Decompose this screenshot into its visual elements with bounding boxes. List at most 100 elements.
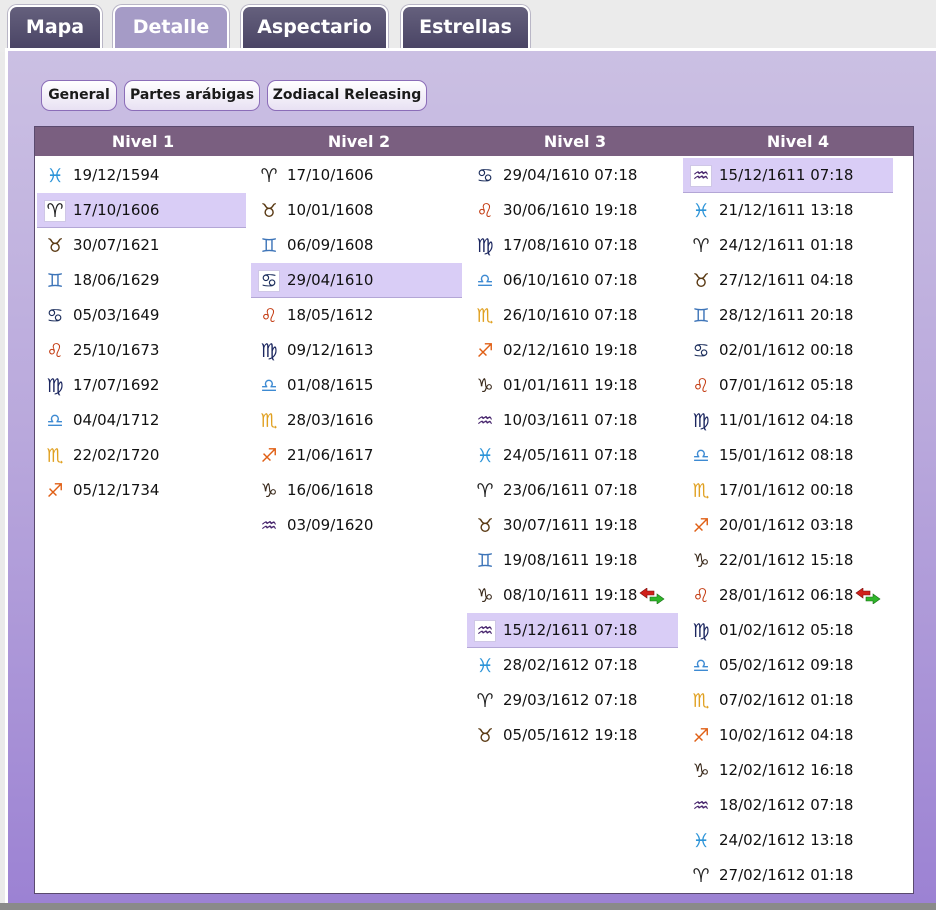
sagittarius-icon: ♐: [692, 515, 710, 537]
period-row[interactable]: ♒ 10/03/1611 07:18: [467, 403, 678, 438]
period-row[interactable]: ♒ 15/12/1611 07:18: [683, 158, 893, 193]
period-row[interactable]: ♎ 04/04/1712: [37, 403, 246, 438]
column-header-nivel-4: Nivel 4: [766, 132, 830, 151]
period-row[interactable]: ♈ 29/03/1612 07:18: [467, 683, 678, 718]
period-row[interactable]: ♉ 05/05/1612 19:18: [467, 718, 678, 753]
virgo-icon: ♍: [692, 620, 710, 642]
period-row[interactable]: ♏ 26/10/1610 07:18: [467, 298, 678, 333]
period-row[interactable]: ♋ 05/03/1649: [37, 298, 246, 333]
period-row[interactable]: ♉ 27/12/1611 04:18: [683, 263, 893, 298]
period-row[interactable]: ♒ 15/12/1611 07:18: [467, 613, 678, 648]
capricorn-icon: ♑: [476, 375, 494, 397]
aquarius-icon: ♒: [476, 410, 494, 432]
period-row[interactable]: ♏ 22/02/1720: [37, 438, 246, 473]
period-row[interactable]: ♐ 10/02/1612 04:18: [683, 718, 893, 753]
period-row[interactable]: ♌ 18/05/1612: [251, 298, 462, 333]
period-row[interactable]: ♓ 21/12/1611 13:18: [683, 193, 893, 228]
period-row[interactable]: ♎ 01/08/1615: [251, 368, 462, 403]
subtab-partes-arabigas[interactable]: Partes arábigas: [124, 80, 260, 111]
period-row[interactable]: ♏ 28/03/1616: [251, 403, 462, 438]
period-row[interactable]: ♓ 19/12/1594: [37, 158, 246, 193]
period-date: 08/10/1611 19:18: [503, 586, 638, 604]
period-row[interactable]: ♑ 12/02/1612 16:18: [683, 753, 893, 788]
zodiacal-releasing-table: Nivel 1 Nivel 2 Nivel 3 Nivel 4 ♓ 19/12/1…: [34, 126, 914, 894]
pisces-icon: ♓: [476, 655, 494, 677]
column-header-nivel-3: Nivel 3: [543, 132, 607, 151]
scorpio-icon: ♏: [46, 445, 64, 467]
period-row[interactable]: ♊ 18/06/1629: [37, 263, 246, 298]
period-row[interactable]: ♓ 24/05/1611 07:18: [467, 438, 678, 473]
period-date: 05/03/1649: [73, 306, 160, 324]
aquarius-icon: ♒: [260, 515, 278, 537]
period-row[interactable]: ♌ 07/01/1612 05:18: [683, 368, 893, 403]
period-row[interactable]: ♎ 15/01/1612 08:18: [683, 438, 893, 473]
gemini-icon: ♊: [476, 550, 494, 572]
period-row[interactable]: ♌ 25/10/1673: [37, 333, 246, 368]
period-date: 29/04/1610: [287, 271, 374, 289]
period-row[interactable]: ♓ 24/02/1612 13:18: [683, 823, 893, 858]
period-date: 01/01/1611 19:18: [503, 376, 638, 394]
period-row[interactable]: ♌ 30/06/1610 19:18: [467, 193, 678, 228]
period-row[interactable]: ♐ 20/01/1612 03:18: [683, 508, 893, 543]
subtab-general[interactable]: General: [41, 80, 117, 111]
period-row[interactable]: ♒ 03/09/1620: [251, 508, 462, 543]
period-row[interactable]: ♉ 30/07/1621: [37, 228, 246, 263]
tab-mapa[interactable]: Mapa: [8, 5, 102, 48]
subtab-zodiacal-releasing[interactable]: Zodiacal Releasing: [267, 80, 427, 111]
period-date: 24/12/1611 01:18: [719, 236, 854, 254]
period-date: 17/08/1610 07:18: [503, 236, 638, 254]
period-date: 02/01/1612 00:18: [719, 341, 854, 359]
loosing-of-bond-icon: [639, 588, 665, 604]
period-row[interactable]: ♈ 27/02/1612 01:18: [683, 858, 893, 893]
period-row[interactable]: ♊ 19/08/1611 19:18: [467, 543, 678, 578]
period-date: 09/12/1613: [287, 341, 374, 359]
period-row[interactable]: ♊ 06/09/1608: [251, 228, 462, 263]
period-row[interactable]: ♒ 18/02/1612 07:18: [683, 788, 893, 823]
period-row[interactable]: ♍ 01/02/1612 05:18: [683, 613, 893, 648]
period-row[interactable]: ♉ 30/07/1611 19:18: [467, 508, 678, 543]
period-row[interactable]: ♍ 09/12/1613: [251, 333, 462, 368]
scorpio-icon: ♏: [692, 480, 710, 502]
period-row[interactable]: ♍ 17/08/1610 07:18: [467, 228, 678, 263]
period-row[interactable]: ♎ 06/10/1610 07:18: [467, 263, 678, 298]
period-date: 22/01/1612 15:18: [719, 551, 854, 569]
period-row[interactable]: ♐ 02/12/1610 19:18: [467, 333, 678, 368]
period-date: 21/06/1617: [287, 446, 374, 464]
cancer-icon: ♋: [692, 340, 710, 362]
period-row[interactable]: ♉ 10/01/1608: [251, 193, 462, 228]
period-row[interactable]: ♏ 07/02/1612 01:18: [683, 683, 893, 718]
period-row[interactable]: ♏ 17/01/1612 00:18: [683, 473, 893, 508]
period-row[interactable]: ♐ 21/06/1617: [251, 438, 462, 473]
tab-detalle[interactable]: Detalle: [113, 5, 229, 48]
scorpio-icon: ♏: [692, 690, 710, 712]
period-date: 17/10/1606: [73, 201, 160, 219]
period-row[interactable]: ♈ 17/10/1606: [37, 193, 246, 228]
period-row[interactable]: ♋ 02/01/1612 00:18: [683, 333, 893, 368]
period-row[interactable]: ♍ 11/01/1612 04:18: [683, 403, 893, 438]
period-row[interactable]: ♑ 01/01/1611 19:18: [467, 368, 678, 403]
period-date: 30/07/1621: [73, 236, 160, 254]
tab-estrellas[interactable]: Estrellas: [401, 5, 530, 48]
period-row[interactable]: ♈ 17/10/1606: [251, 158, 462, 193]
period-row[interactable]: ♋ 29/04/1610: [251, 263, 462, 298]
cancer-icon: ♋: [258, 270, 280, 292]
period-row[interactable]: ♈ 23/06/1611 07:18: [467, 473, 678, 508]
period-row[interactable]: ♓ 28/02/1612 07:18: [467, 648, 678, 683]
period-row[interactable]: ♋ 29/04/1610 07:18: [467, 158, 678, 193]
period-row[interactable]: ♈ 24/12/1611 01:18: [683, 228, 893, 263]
period-date: 28/12/1611 20:18: [719, 306, 854, 324]
taurus-icon: ♉: [476, 725, 494, 747]
period-row[interactable]: ♑ 16/06/1618: [251, 473, 462, 508]
tab-aspectario[interactable]: Aspectario: [241, 5, 388, 48]
period-row[interactable]: ♌ 28/01/1612 06:18: [683, 578, 893, 613]
period-date: 25/10/1673: [73, 341, 160, 359]
period-row[interactable]: ♊ 28/12/1611 20:18: [683, 298, 893, 333]
period-row[interactable]: ♑ 22/01/1612 15:18: [683, 543, 893, 578]
period-row[interactable]: ♑ 08/10/1611 19:18: [467, 578, 678, 613]
virgo-icon: ♍: [260, 340, 278, 362]
sagittarius-icon: ♐: [260, 445, 278, 467]
period-row[interactable]: ♐ 05/12/1734: [37, 473, 246, 508]
period-row[interactable]: ♍ 17/07/1692: [37, 368, 246, 403]
period-row[interactable]: ♎ 05/02/1612 09:18: [683, 648, 893, 683]
period-date: 15/12/1611 07:18: [719, 166, 854, 184]
